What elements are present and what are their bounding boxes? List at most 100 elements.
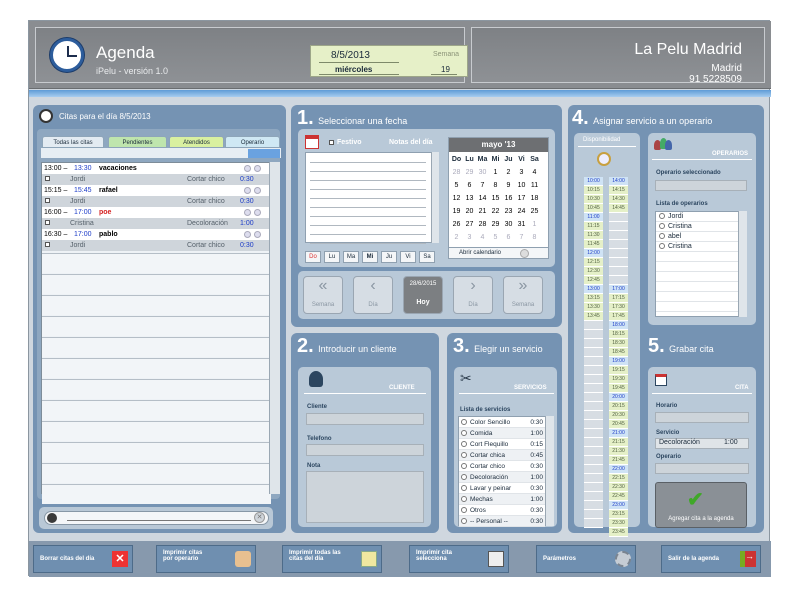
time-slot[interactable]: 14:15 xyxy=(609,186,628,195)
time-slot[interactable] xyxy=(609,213,628,222)
operator-item[interactable]: Jordi xyxy=(656,212,738,222)
calendar-day[interactable]: 5 xyxy=(489,231,502,244)
calendar-day[interactable]: 18 xyxy=(528,192,541,205)
calendar-day[interactable]: 5 xyxy=(450,179,463,192)
day-button[interactable]: Ma xyxy=(343,251,359,263)
service-radio[interactable] xyxy=(461,474,467,481)
client-input[interactable] xyxy=(306,413,424,425)
open-calendar-button[interactable]: Abrir calendario xyxy=(448,247,549,259)
time-slot[interactable]: 10:45 xyxy=(584,204,603,213)
day-button[interactable]: Vi xyxy=(400,251,416,263)
prev-day-button[interactable]: ‹ Día xyxy=(353,276,393,314)
operator-radio[interactable] xyxy=(659,223,665,230)
time-slot[interactable]: 20:30 xyxy=(609,411,628,420)
time-slot[interactable] xyxy=(609,249,628,258)
calendar-day[interactable]: 2 xyxy=(450,231,463,244)
appointment-toggle-icon[interactable] xyxy=(254,209,261,216)
calendar-day[interactable]: 11 xyxy=(528,179,541,192)
time-slot[interactable]: 12:00 xyxy=(584,249,603,258)
tab-operator[interactable]: Operario xyxy=(225,136,280,148)
appointment-toggle-icon[interactable] xyxy=(244,165,251,172)
time-slot[interactable]: 13:30 xyxy=(584,303,603,312)
calendar-day[interactable]: 10 xyxy=(515,179,528,192)
print-by-operator-button[interactable]: Imprimir citas por operario xyxy=(156,545,256,573)
appointment-detail-row[interactable]: Jordi Cortar chico 0:30 xyxy=(42,196,271,207)
calendar-day[interactable]: 30 xyxy=(502,218,515,231)
clear-icon[interactable]: ✕ xyxy=(254,512,265,523)
time-slot[interactable]: 17:30 xyxy=(609,303,628,312)
calendar-day[interactable]: 8 xyxy=(489,179,502,192)
delete-day-button[interactable]: Borrar citas del día ✕ xyxy=(33,545,133,573)
print-selected-button[interactable]: Imprimir cita selecciona xyxy=(409,545,509,573)
calendar-day[interactable]: 6 xyxy=(502,231,515,244)
appointment-checkbox[interactable] xyxy=(45,176,50,181)
time-slot[interactable]: 19:30 xyxy=(609,375,628,384)
service-radio[interactable] xyxy=(461,441,467,448)
operators-scrollbar[interactable] xyxy=(738,211,747,317)
appointment-detail-row[interactable]: Cristina Decoloración 1:00 xyxy=(42,218,271,229)
operator-filter[interactable] xyxy=(248,149,280,158)
calendar-day[interactable]: 1 xyxy=(489,166,502,179)
time-slot[interactable]: 19:45 xyxy=(609,384,628,393)
appointment-row[interactable]: 16:30 – 17:00 pablo xyxy=(42,229,271,240)
tab-all[interactable]: Todas las citas xyxy=(42,136,104,148)
notes-area[interactable] xyxy=(305,152,439,244)
time-slot[interactable]: 21:15 xyxy=(609,438,628,447)
calendar-day[interactable]: 1 xyxy=(528,218,541,231)
service-radio[interactable] xyxy=(461,518,467,525)
time-slot[interactable]: 23:15 xyxy=(609,510,628,519)
service-radio[interactable] xyxy=(461,430,467,437)
appointment-toggle-icon[interactable] xyxy=(244,187,251,194)
time-slot[interactable]: 22:00 xyxy=(609,465,628,474)
appointment-checkbox[interactable] xyxy=(45,242,50,247)
calendar-day[interactable]: 21 xyxy=(476,205,489,218)
service-item[interactable]: Comida 1:00 xyxy=(459,428,545,439)
calendar-day[interactable]: 17 xyxy=(515,192,528,205)
service-item[interactable]: Color Sencillo 0:30 xyxy=(459,417,545,428)
time-slot[interactable]: 14:00 xyxy=(609,177,628,186)
service-radio[interactable] xyxy=(461,485,467,492)
service-item[interactable]: Mechas 1:00 xyxy=(459,494,545,505)
time-slot[interactable]: 10:00 xyxy=(584,177,603,186)
day-button[interactable]: Sa xyxy=(419,251,435,263)
appointment-toggle-icon[interactable] xyxy=(254,165,261,172)
search-input-box[interactable] xyxy=(44,511,269,525)
festivo-checkbox[interactable]: Festivo xyxy=(329,139,362,146)
exit-button[interactable]: Salir de la agenda → xyxy=(661,545,761,573)
service-item[interactable]: Otros 0:30 xyxy=(459,505,545,516)
time-slot[interactable]: 22:45 xyxy=(609,492,628,501)
calendar-day[interactable]: 8 xyxy=(528,231,541,244)
calendar-day[interactable]: 4 xyxy=(528,166,541,179)
time-slot[interactable]: 22:30 xyxy=(609,483,628,492)
today-button[interactable]: 28/6/2015 Hoy xyxy=(403,276,443,314)
time-slot[interactable]: 19:00 xyxy=(609,357,628,366)
appointment-checkbox[interactable] xyxy=(45,198,50,203)
time-slot[interactable]: 13:45 xyxy=(584,312,603,321)
time-slot[interactable]: 12:45 xyxy=(584,276,603,285)
time-slot[interactable]: 10:15 xyxy=(584,186,603,195)
time-slot[interactable]: 21:45 xyxy=(609,456,628,465)
time-slot[interactable]: 20:15 xyxy=(609,402,628,411)
day-button[interactable]: Ju xyxy=(381,251,397,263)
appointment-checkbox[interactable] xyxy=(45,220,50,225)
time-slot[interactable]: 23:45 xyxy=(609,528,628,537)
operator-radio[interactable] xyxy=(659,213,665,220)
day-button[interactable]: Do xyxy=(305,251,321,263)
tab-attended[interactable]: Atendidos xyxy=(169,136,224,148)
calendar-day[interactable]: 14 xyxy=(476,192,489,205)
calendar-day[interactable]: 15 xyxy=(489,192,502,205)
calendar-day[interactable]: 28 xyxy=(450,166,463,179)
calendar-day[interactable]: 22 xyxy=(489,205,502,218)
selected-operator-field[interactable] xyxy=(655,180,747,191)
time-slot[interactable]: 11:00 xyxy=(584,213,603,222)
next-day-button[interactable]: › Día xyxy=(453,276,493,314)
time-slot[interactable]: 19:15 xyxy=(609,366,628,375)
calendar-day[interactable]: 28 xyxy=(476,218,489,231)
appointment-row[interactable]: 16:00 – 17:00 poe xyxy=(42,207,271,218)
appointment-toggle-icon[interactable] xyxy=(254,187,261,194)
service-radio[interactable] xyxy=(461,496,467,503)
service-item[interactable]: Decoloración 1:00 xyxy=(459,472,545,483)
day-button[interactable]: Lu xyxy=(324,251,340,263)
time-slot[interactable] xyxy=(609,276,628,285)
calendar-day[interactable]: 4 xyxy=(476,231,489,244)
